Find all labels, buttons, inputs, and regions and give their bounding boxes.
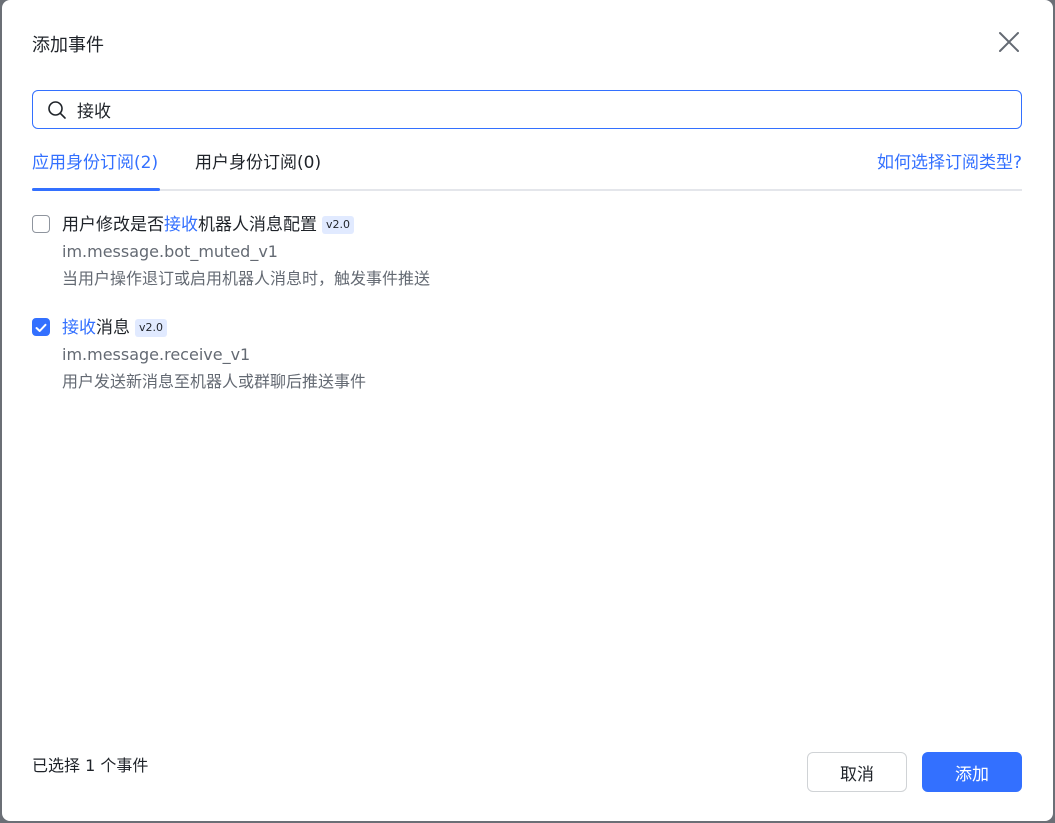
event-key: im.message.receive_v1 — [62, 345, 251, 364]
event-title: 接收 消息 v2.0 — [62, 316, 168, 340]
tab-user-identity[interactable]: 用户身份订阅(0) — [195, 151, 321, 175]
subscription-type-help-link[interactable]: 如何选择订阅类型? — [877, 151, 1022, 175]
version-badge: v2.0 — [135, 319, 168, 337]
search-box[interactable] — [32, 90, 1022, 129]
event-title: 用户修改是否 接收 机器人消息配置 v2.0 — [62, 213, 355, 237]
search-icon — [47, 100, 67, 120]
event-item: 接收 消息 v2.0 im.message.receive_v1 用户发送新消息至… — [32, 316, 1012, 396]
event-title-text: 用户修改是否 — [62, 215, 164, 235]
event-title-text: 机器人消息配置 — [198, 215, 317, 235]
event-title-highlight: 接收 — [62, 318, 96, 338]
add-button[interactable]: 添加 — [922, 752, 1022, 792]
event-title-highlight: 接收 — [164, 215, 198, 235]
cancel-button[interactable]: 取消 — [807, 752, 907, 792]
event-description: 当用户操作退订或启用机器人消息时，触发事件推送 — [62, 269, 431, 288]
event-description: 用户发送新消息至机器人或群聊后推送事件 — [62, 372, 367, 391]
subscription-tabs: 应用身份订阅(2) 用户身份订阅(0) 如何选择订阅类型? — [32, 140, 1022, 191]
search-input[interactable] — [77, 99, 977, 120]
add-event-dialog: 添加事件 应用身份订阅(2) 用户身份订阅(0) 如何选择订阅类型? 用户修改是… — [2, 0, 1053, 821]
dialog-title: 添加事件 — [32, 35, 104, 56]
close-icon — [998, 31, 1020, 57]
selected-count: 已选择 1 个事件 — [32, 756, 149, 775]
event-checkbox[interactable] — [32, 215, 50, 233]
event-item: 用户修改是否 接收 机器人消息配置 v2.0 im.message.bot_mute… — [32, 213, 1012, 293]
version-badge: v2.0 — [322, 216, 355, 234]
event-checkbox[interactable] — [32, 318, 50, 336]
tab-app-identity[interactable]: 应用身份订阅(2) — [32, 151, 158, 175]
event-title-text: 消息 — [96, 318, 130, 338]
close-button[interactable] — [993, 28, 1025, 60]
event-key: im.message.bot_muted_v1 — [62, 242, 278, 261]
active-tab-indicator — [32, 188, 160, 191]
checkmark-icon — [35, 318, 47, 337]
